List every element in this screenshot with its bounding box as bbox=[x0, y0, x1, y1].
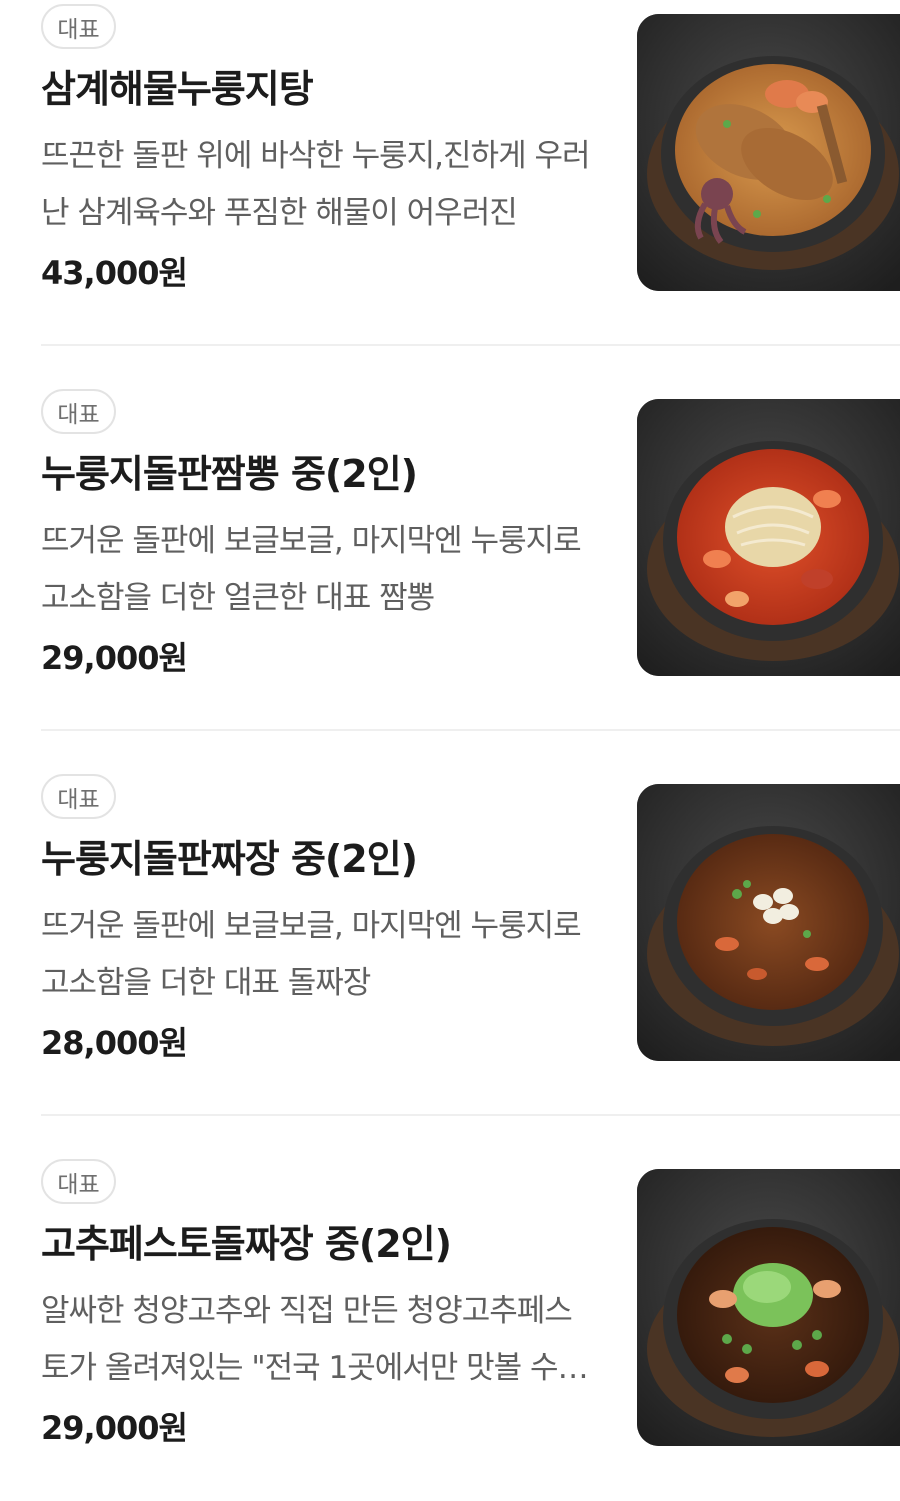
samgye-soup-photo[interactable] bbox=[637, 14, 900, 291]
menu-item-name: 누룽지돌판짬뽕 중(2인) bbox=[41, 452, 418, 496]
menu-item-price: 28,000원 bbox=[41, 1024, 188, 1062]
menu-item[interactable]: 대표 누룽지돌판짬뽕 중(2인) 뜨거운 돌판에 보글보글, 마지막엔 누룽지로… bbox=[41, 385, 900, 731]
menu-item[interactable]: 대표 누룽지돌판짜장 중(2인) 뜨거운 돌판에 보글보글, 마지막엔 누룽지로… bbox=[41, 770, 900, 1116]
jjajang-photo[interactable] bbox=[637, 784, 900, 1061]
divider bbox=[41, 729, 900, 731]
dish-image bbox=[637, 14, 900, 291]
signature-badge: 대표 bbox=[41, 1159, 116, 1204]
signature-badge: 대표 bbox=[41, 4, 116, 49]
menu-item-description: 뜨거운 돌판에 보글보글, 마지막엔 누룽지로 고소함을 더한 얼큰한 대표 짬… bbox=[41, 523, 582, 616]
menu-item-price: 43,000원 bbox=[41, 254, 188, 292]
signature-badge: 대표 bbox=[41, 389, 116, 434]
jjamppong-photo[interactable] bbox=[637, 399, 900, 676]
dish-image bbox=[637, 399, 900, 676]
menu-item-price: 29,000원 bbox=[41, 639, 188, 677]
dish-image bbox=[637, 784, 900, 1061]
menu-item-name: 삼계해물누룽지탕 bbox=[41, 67, 314, 111]
menu-item-description: 알싸한 청양고추와 직접 만든 청양고추페스토가 올려져있는 "전국 1곳에서만… bbox=[41, 1293, 573, 1386]
divider bbox=[41, 1114, 900, 1116]
menu-item[interactable]: 대표 삼계해물누룽지탕 뜨끈한 돌판 위에 바삭한 누룽지,진하게 우러난 삼계… bbox=[41, 0, 900, 346]
dish-image bbox=[637, 1169, 900, 1446]
pepper-pesto-jjajang-photo[interactable] bbox=[637, 1169, 900, 1446]
menu-item-price: 29,000원 bbox=[41, 1409, 188, 1447]
menu-item-name: 고추페스토돌짜장 중(2인) bbox=[41, 1222, 452, 1266]
menu-item-description: 뜨끈한 돌판 위에 바삭한 누룽지,진하게 우러난 삼계육수와 푸짐한 해물이 … bbox=[41, 138, 590, 231]
menu-item-description: 뜨거운 돌판에 보글보글, 마지막엔 누룽지로 고소함을 더한 대표 돌짜장 bbox=[41, 908, 582, 1001]
signature-badge: 대표 bbox=[41, 774, 116, 819]
menu-item-name: 누룽지돌판짜장 중(2인) bbox=[41, 837, 418, 881]
menu-item[interactable]: 대표 고추페스토돌짜장 중(2인) 알싸한 청양고추와 직접 만든 청양고추페스… bbox=[41, 1155, 900, 1501]
menu-list: 대표 삼계해물누룽지탕 뜨끈한 돌판 위에 바삭한 누룽지,진하게 우러난 삼계… bbox=[0, 0, 900, 1473]
divider bbox=[41, 344, 900, 346]
